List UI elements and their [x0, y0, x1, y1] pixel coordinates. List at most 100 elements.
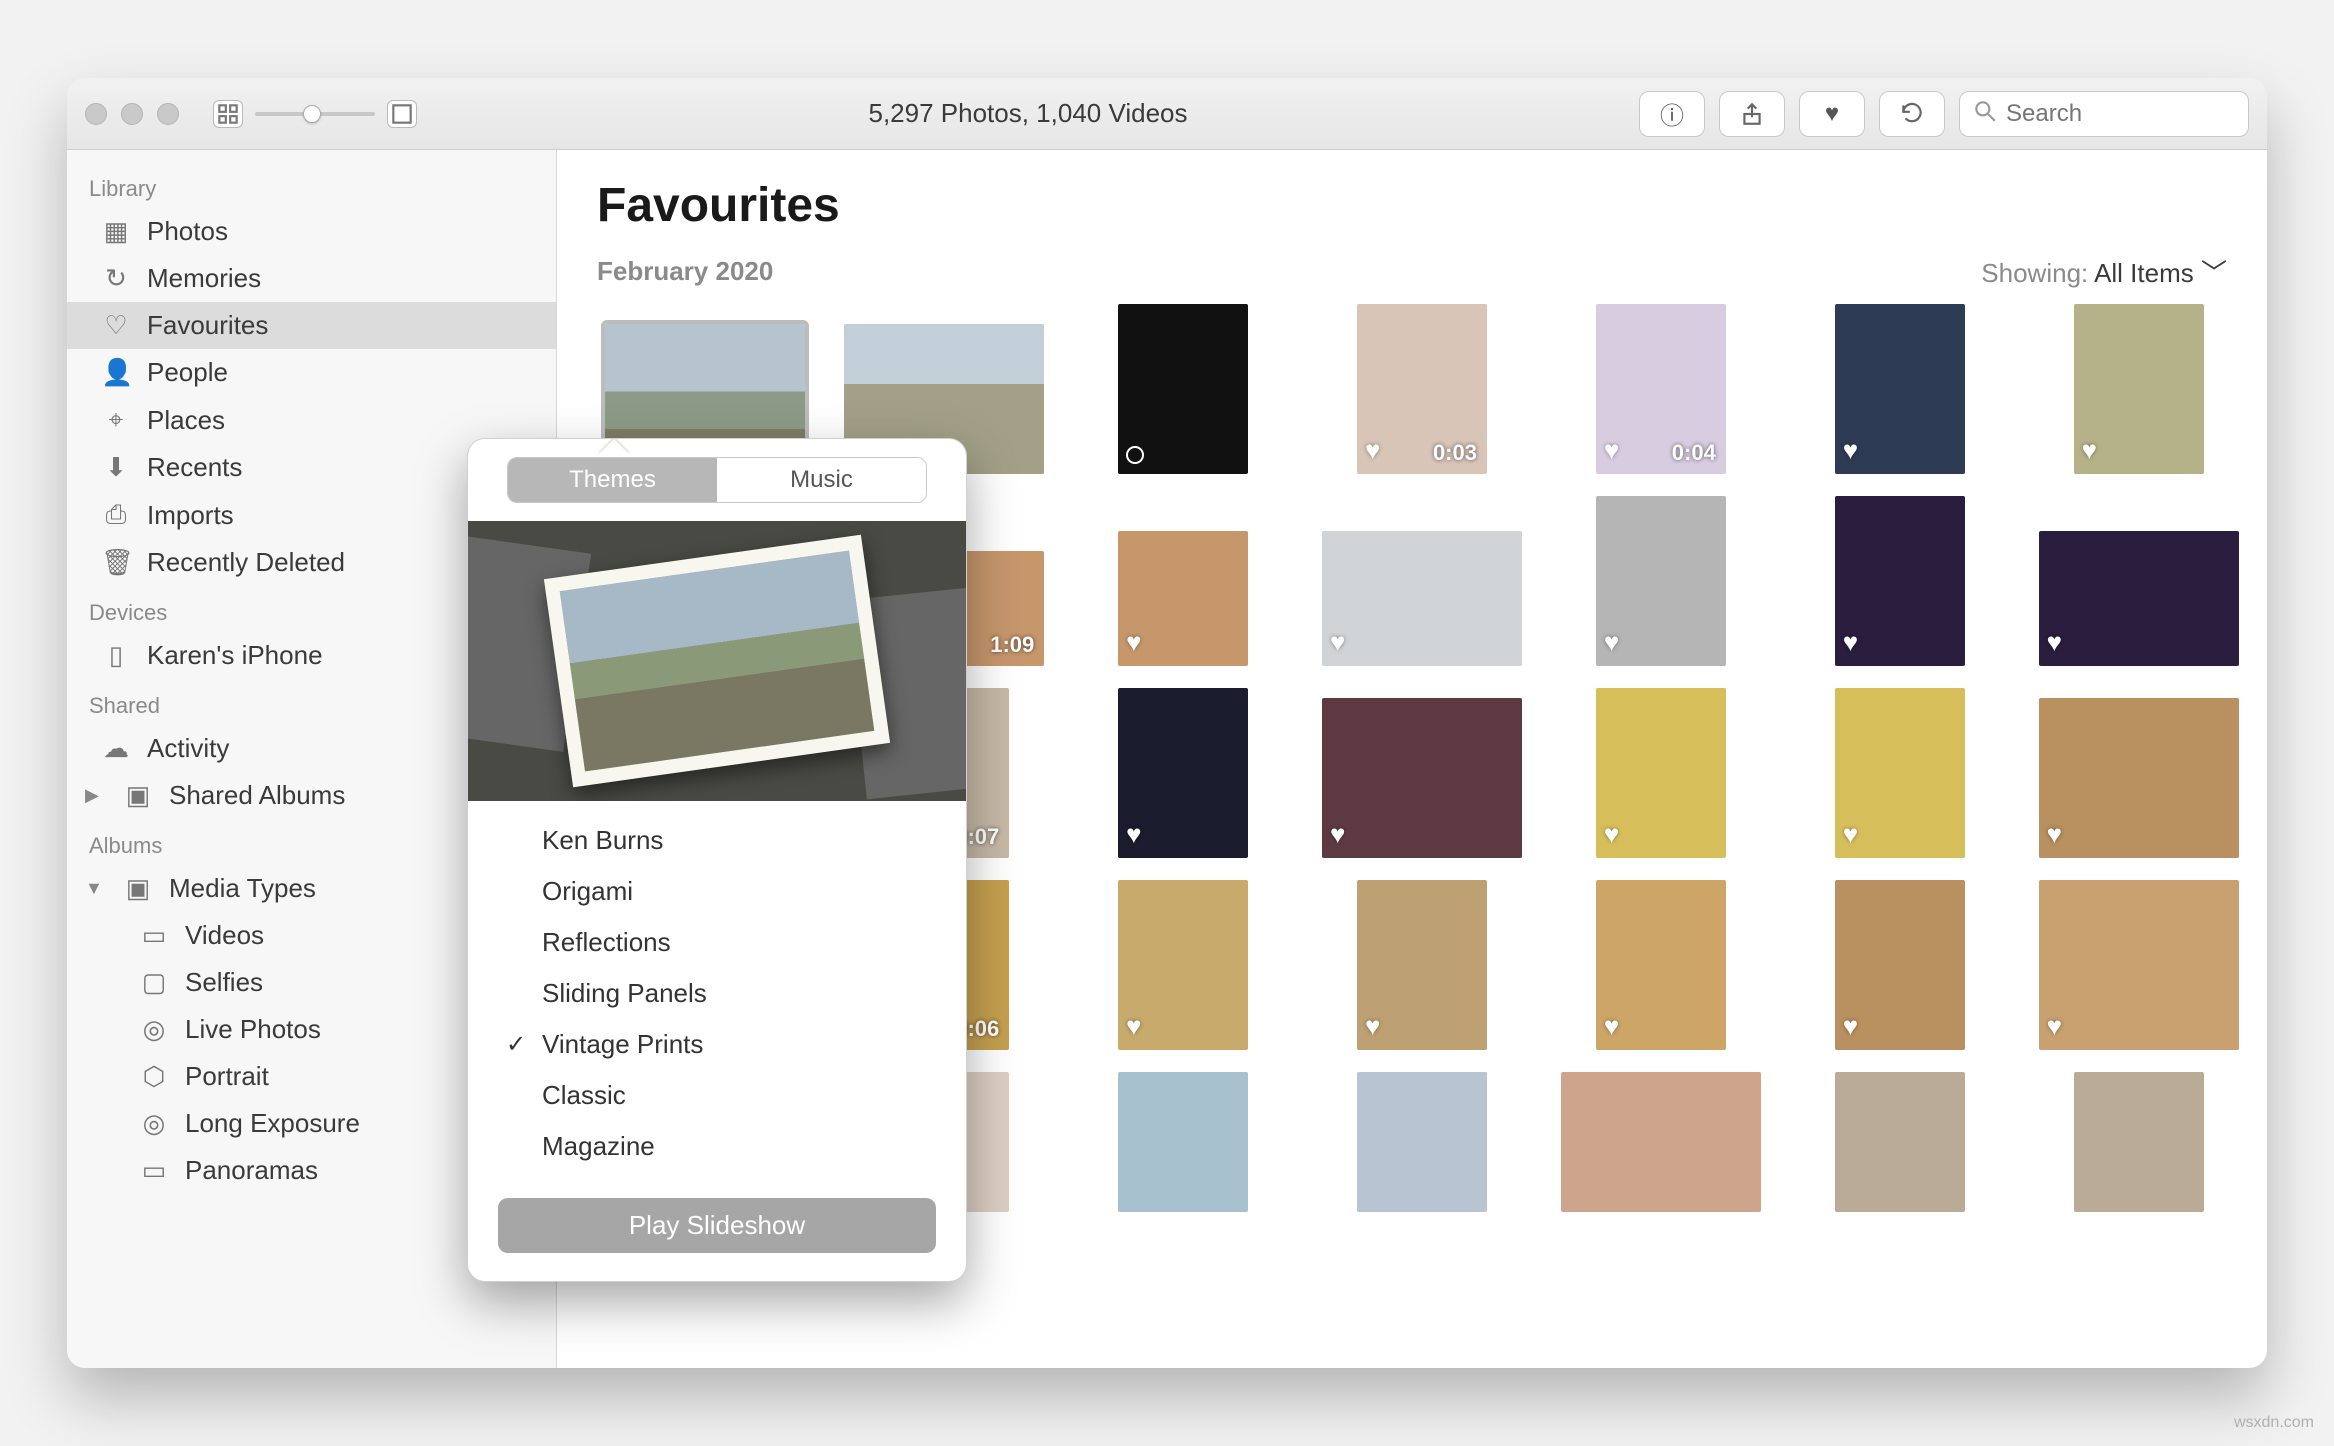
photo-thumbnail[interactable]: ♥0:03	[1357, 304, 1487, 474]
sidebar-item-favourites[interactable]: ♡Favourites	[67, 302, 556, 349]
chevron-right-icon[interactable]: ▶	[85, 785, 103, 806]
favourite-badge-icon: ♥	[2047, 1011, 2062, 1042]
sidebar-item-memories[interactable]: ↻Memories	[67, 255, 556, 302]
photo-thumbnail[interactable]: ♥	[1596, 880, 1726, 1050]
chevron-down-icon: ﹀	[2201, 258, 2227, 288]
photo-thumbnail[interactable]: ♥	[2039, 698, 2239, 858]
slideshow-tabs: Themes Music	[507, 457, 927, 503]
photo-thumbnail[interactable]: ♥	[1596, 688, 1726, 858]
theme-option[interactable]: ✓Vintage Prints	[496, 1019, 938, 1070]
theme-option[interactable]: Classic	[496, 1070, 938, 1121]
toolbar-right: ⓘ ♥	[1639, 91, 2249, 137]
photo-thumbnail[interactable]	[1118, 304, 1248, 474]
photo-thumbnail[interactable]: ♥	[1357, 880, 1487, 1050]
live-icon: ◎	[139, 1014, 169, 1045]
photo-thumbnail[interactable]: ♥0:04	[1596, 304, 1726, 474]
slider-knob[interactable]	[303, 105, 321, 123]
rotate-button[interactable]	[1879, 91, 1945, 137]
memories-icon: ↻	[101, 263, 131, 294]
showing-filter[interactable]: Showing: All Items ﹀	[1981, 253, 2227, 290]
thumbnail-cell: ♥	[1552, 880, 1769, 1050]
sidebar-item-label: Selfies	[185, 967, 263, 998]
sidebar-item-label: Live Photos	[185, 1014, 321, 1045]
photo-thumbnail[interactable]	[1118, 1072, 1248, 1212]
photos-icon: ▦	[101, 216, 131, 247]
thumbnail-size-large-icon[interactable]	[387, 100, 417, 128]
photo-thumbnail[interactable]: ♥	[2039, 880, 2239, 1050]
share-button[interactable]	[1719, 91, 1785, 137]
favourite-badge-icon: ♥	[1330, 819, 1345, 850]
iphone-icon: ▯	[101, 640, 131, 671]
play-slideshow-button[interactable]: Play Slideshow	[498, 1198, 936, 1253]
close-window-button[interactable]	[85, 103, 107, 125]
photo-thumbnail[interactable]	[1561, 1072, 1761, 1212]
photo-thumbnail[interactable]	[1835, 1072, 1965, 1212]
photo-thumbnail[interactable]: ♥	[2074, 304, 2204, 474]
favourite-badge-icon: ♥	[2082, 435, 2097, 466]
sidebar-item-label: Recently Deleted	[147, 547, 345, 578]
theme-option[interactable]: Origami	[496, 866, 938, 917]
tab-themes[interactable]: Themes	[508, 458, 717, 502]
favourite-badge-icon: ♥	[1126, 1011, 1141, 1042]
theme-option-label: Vintage Prints	[542, 1029, 703, 1060]
favourite-badge-icon: ♥	[1330, 627, 1345, 658]
sidebar-item-photos[interactable]: ▦Photos	[67, 208, 556, 255]
theme-option[interactable]: Ken Burns	[496, 815, 938, 866]
photo-thumbnail[interactable]: ♥	[1596, 496, 1726, 666]
minimize-window-button[interactable]	[121, 103, 143, 125]
trash-icon: 🗑	[101, 547, 131, 578]
sidebar-item-label: Recents	[147, 452, 242, 483]
theme-option-label: Sliding Panels	[542, 978, 707, 1009]
rotate-icon	[1899, 101, 1925, 127]
theme-option[interactable]: Magazine	[496, 1121, 938, 1172]
photo-thumbnail[interactable]: ♥	[1322, 698, 1522, 858]
favourite-badge-icon: ♥	[1843, 819, 1858, 850]
photo-thumbnail[interactable]: ♥	[1835, 496, 1965, 666]
photo-thumbnail[interactable]: ♥	[1835, 304, 1965, 474]
favourite-button[interactable]: ♥	[1799, 91, 1865, 137]
photo-thumbnail[interactable]: ♥	[1118, 880, 1248, 1050]
theme-option-label: Reflections	[542, 927, 671, 958]
thumbnail-size-slider[interactable]	[255, 112, 375, 116]
share-icon	[1739, 101, 1765, 127]
favourite-badge-icon: ♥	[1604, 1011, 1619, 1042]
favourite-badge-icon: ♥	[1604, 819, 1619, 850]
sidebar-item-label: Places	[147, 405, 225, 436]
sidebar-item-people[interactable]: 👤People	[67, 349, 556, 396]
preview-main-photo	[544, 535, 890, 787]
tab-music[interactable]: Music	[717, 458, 926, 502]
info-button[interactable]: ⓘ	[1639, 91, 1705, 137]
thumbnail-size-small-icon[interactable]	[213, 100, 243, 128]
photo-thumbnail[interactable]: ♥	[1835, 880, 1965, 1050]
photo-thumbnail[interactable]: ♥	[2039, 531, 2239, 666]
chevron-down-icon[interactable]: ▼	[85, 878, 103, 899]
photo-thumbnail[interactable]: ♥	[1322, 531, 1522, 666]
thumbnail-cell: ♥	[1314, 880, 1531, 1050]
zoom-window-button[interactable]	[157, 103, 179, 125]
sidebar-item-places[interactable]: ⌖ Places	[67, 396, 556, 444]
photo-thumbnail[interactable]: ♥	[1118, 688, 1248, 858]
photo-thumbnail[interactable]: ♥	[1835, 688, 1965, 858]
video-duration-badge: 0:03	[1433, 440, 1477, 466]
sidebar-item-label: Shared Albums	[169, 780, 345, 811]
thumbnail-cell: ♥	[2030, 698, 2247, 858]
pin-icon: ⌖	[101, 404, 131, 436]
search-input[interactable]	[2006, 100, 2267, 128]
theme-option[interactable]: Sliding Panels	[496, 968, 938, 1019]
date-heading: February 2020	[597, 256, 773, 287]
stack-icon: ▣	[123, 780, 153, 811]
photos-app-window: 5,297 Photos, 1,040 Videos ⓘ ♥ Library ▦…	[67, 78, 2267, 1368]
window-title: 5,297 Photos, 1,040 Videos	[431, 98, 1625, 129]
thumbnail-cell: ♥	[2030, 304, 2247, 474]
theme-option[interactable]: Reflections	[496, 917, 938, 968]
photo-thumbnail[interactable]: ♥	[1118, 531, 1248, 666]
photo-thumbnail[interactable]	[1357, 1072, 1487, 1212]
photo-thumbnail[interactable]	[2074, 1072, 2204, 1212]
sidebar-item-label: Activity	[147, 733, 229, 764]
subheader: February 2020 Showing: All Items ﹀	[557, 243, 2267, 298]
thumbnail-cell: ♥	[1552, 688, 1769, 858]
favourite-badge-icon: ♥	[2047, 819, 2062, 850]
thumbnail-cell: ♥	[1791, 304, 2008, 474]
favourite-badge-icon: ♥	[1843, 435, 1858, 466]
search-field[interactable]	[1959, 91, 2249, 137]
